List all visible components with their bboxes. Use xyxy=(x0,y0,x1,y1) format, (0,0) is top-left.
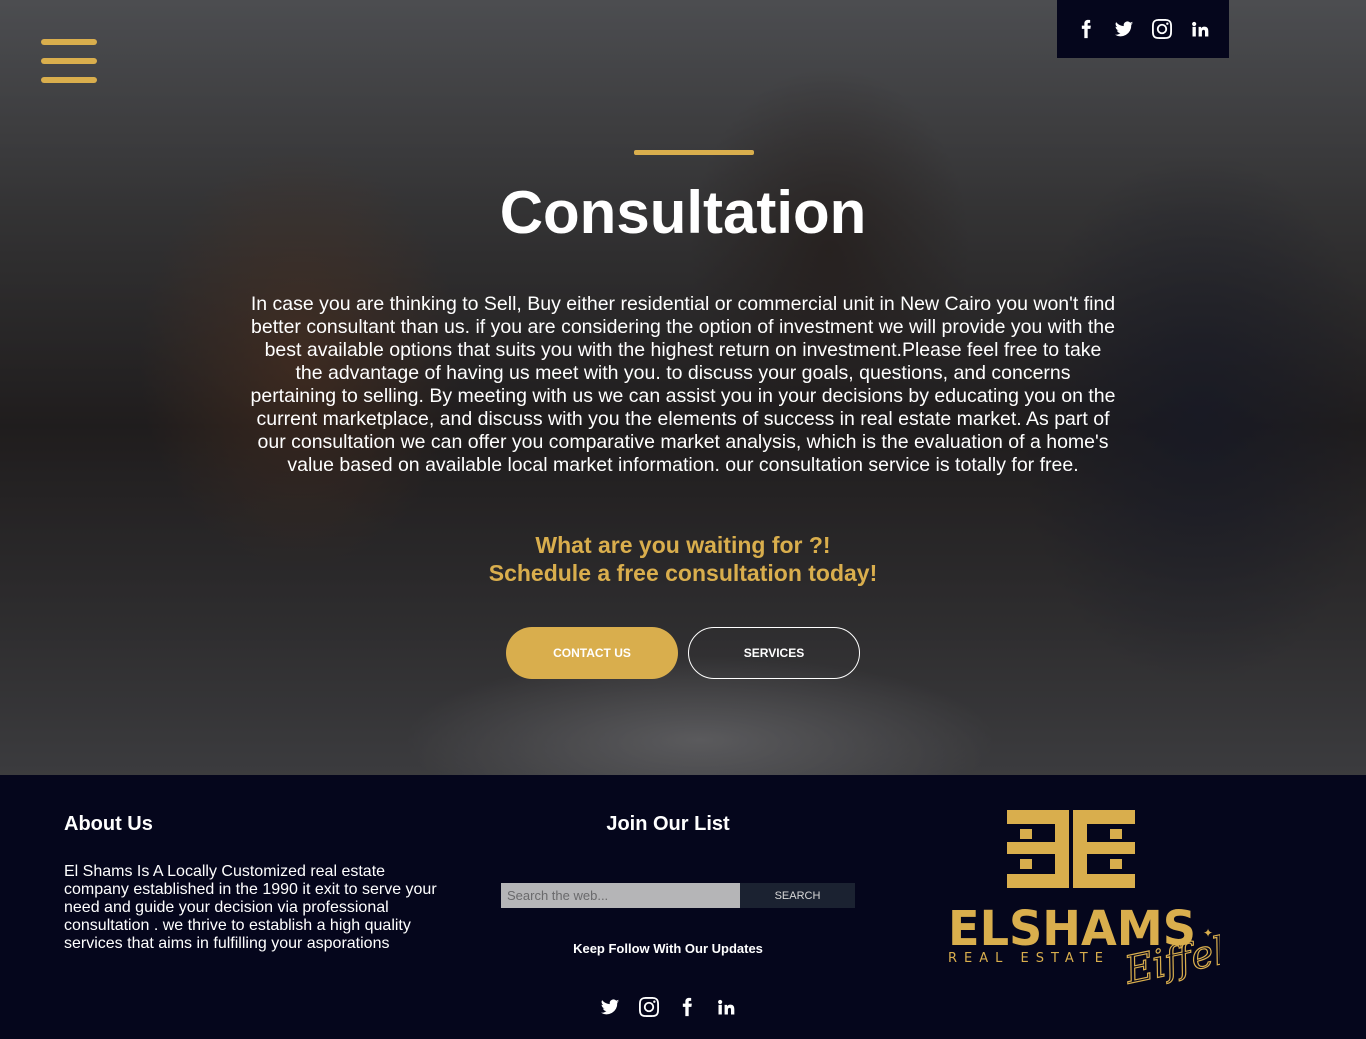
title-accent-rule xyxy=(634,150,754,155)
facebook-icon[interactable] xyxy=(1075,18,1097,40)
twitter-icon[interactable] xyxy=(598,995,622,1019)
consultation-description: In case you are thinking to Sell, Buy ei… xyxy=(250,293,1116,476)
footer-social-bar xyxy=(598,995,738,1019)
search-button[interactable]: SEARCH xyxy=(740,883,855,908)
linkedin-icon[interactable] xyxy=(1189,18,1211,40)
cta-schedule: Schedule a free consultation today! xyxy=(488,560,878,586)
services-button[interactable]: SERVICES xyxy=(688,627,860,679)
contact-us-button[interactable]: CONTACT US xyxy=(506,627,678,679)
instagram-icon[interactable] xyxy=(1151,18,1173,40)
twitter-icon[interactable] xyxy=(1113,18,1135,40)
follow-updates-text: Keep Follow With Our Updates xyxy=(573,941,763,956)
svg-text:✦: ✦ xyxy=(1203,926,1213,940)
cta-question: What are you waiting for ?! xyxy=(535,532,831,558)
elshams-logo: ELSHAMS REAL ESTATE Eiffel ✦ xyxy=(948,810,1220,993)
footer: About Us El Shams Is A Locally Customize… xyxy=(0,775,1366,1039)
instagram-icon[interactable] xyxy=(637,995,661,1019)
about-title: About Us xyxy=(64,813,153,835)
page-title: Consultation xyxy=(499,179,867,246)
hamburger-icon[interactable] xyxy=(41,39,97,83)
facebook-icon[interactable] xyxy=(675,995,699,1019)
hero-section: Consultation In case you are thinking to… xyxy=(0,0,1366,775)
logo-subtitle: REAL ESTATE xyxy=(948,951,1110,966)
search-input[interactable] xyxy=(501,883,740,908)
about-text: El Shams Is A Locally Customized real es… xyxy=(64,863,437,952)
header-social-bar xyxy=(1057,0,1229,58)
linkedin-icon[interactable] xyxy=(714,995,738,1019)
join-list-title: Join Our List xyxy=(606,813,730,835)
